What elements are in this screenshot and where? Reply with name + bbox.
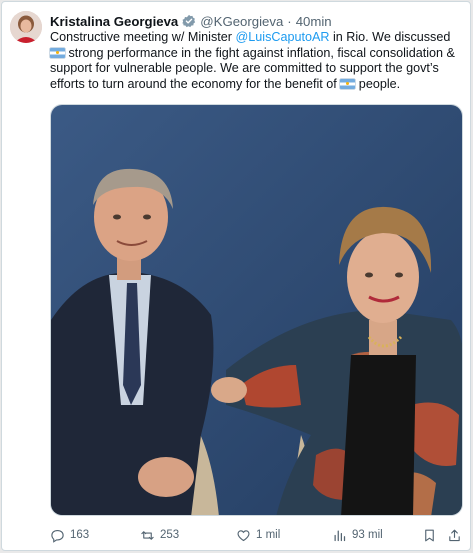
tweet-text: Constructive meeting w/ Minister @LuisCa…	[50, 30, 462, 92]
tweet-text-part: in Rio. We discussed	[329, 30, 451, 44]
author-handle[interactable]: @KGeorgieva	[200, 14, 283, 29]
reply-button[interactable]: 163	[50, 524, 89, 546]
reply-icon	[51, 529, 64, 543]
tweet-timestamp[interactable]: 40min	[296, 14, 332, 29]
tweet-header: Kristalina Georgieva @KGeorgieva · 40min	[50, 12, 332, 30]
reply-count: 163	[70, 529, 90, 541]
repost-count: 253	[160, 529, 180, 541]
avatar[interactable]	[10, 11, 42, 43]
views-chart-icon	[334, 530, 346, 541]
views-button[interactable]: 93 mil	[332, 524, 383, 546]
views-count: 93 mil	[352, 529, 383, 541]
argentina-flag-icon	[340, 78, 356, 89]
tweet-text-part: Constructive meeting w/ Minister	[50, 30, 236, 44]
heart-icon	[237, 529, 250, 541]
argentina-flag-icon	[50, 47, 65, 58]
mention-link[interactable]: @LuisCaputoAR	[235, 30, 329, 44]
share-icon	[449, 529, 460, 541]
header-separator: ·	[287, 13, 292, 29]
bookmark-icon	[425, 529, 434, 541]
tweet-photo[interactable]	[50, 104, 463, 516]
like-count: 1 mil	[256, 529, 281, 541]
repost-button[interactable]: 253	[140, 524, 179, 546]
tweet-text-part: people.	[355, 76, 401, 91]
verified-badge-icon	[182, 14, 196, 28]
share-button[interactable]	[447, 524, 462, 546]
tweet-card[interactable]: Kristalina Georgieva @KGeorgieva · 40min…	[1, 1, 471, 551]
tweet-actions: 163 253 1 mil 93 mil	[50, 524, 463, 546]
repost-icon	[141, 530, 154, 540]
author-name[interactable]: Kristalina Georgieva	[50, 14, 178, 29]
like-button[interactable]: 1 mil	[236, 524, 280, 546]
bookmark-button[interactable]	[422, 524, 437, 546]
